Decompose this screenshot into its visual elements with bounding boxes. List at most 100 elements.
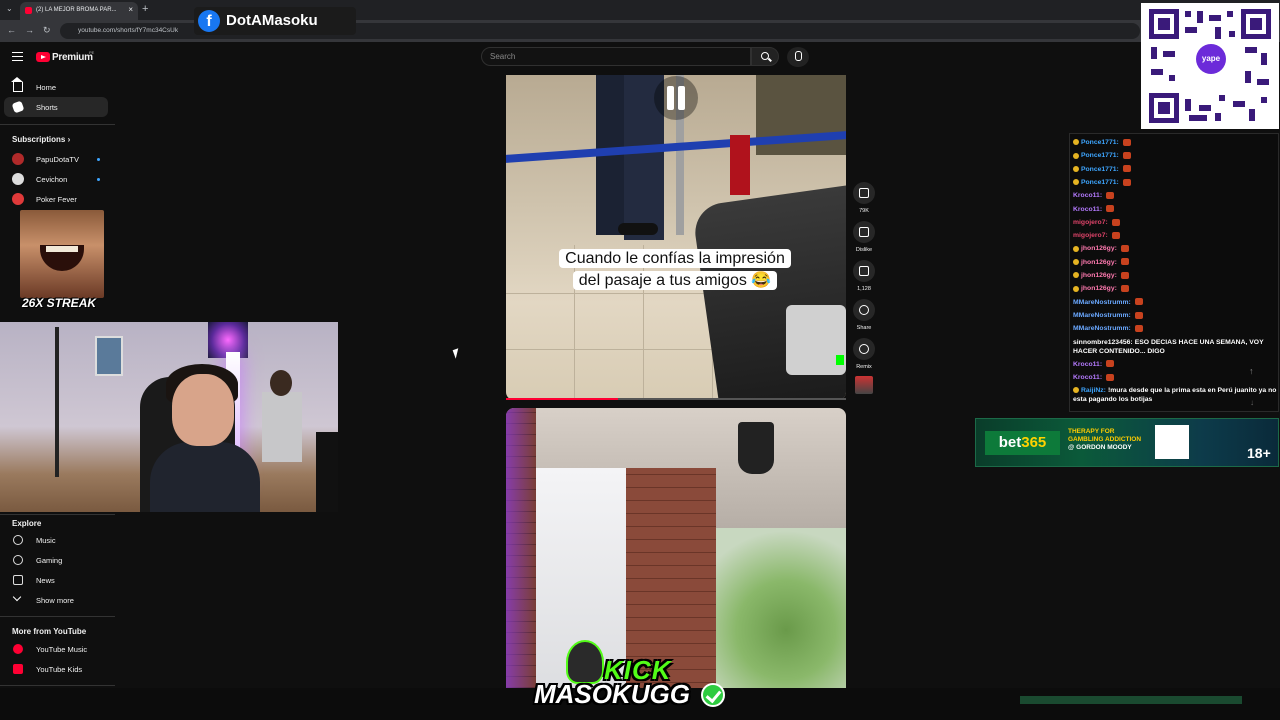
chat-message: Kroco11: — [1073, 360, 1277, 369]
chat-username[interactable]: Ponce1771: — [1081, 166, 1119, 173]
chat-username[interactable]: MMareNostrumm: — [1073, 325, 1131, 332]
chat-badge-icon — [1073, 258, 1079, 265]
chat-badge-icon — [1073, 285, 1079, 292]
scroll-down-icon[interactable]: ↓ — [1250, 398, 1254, 407]
chat-badge-icon — [1073, 245, 1079, 252]
voice-search-icon[interactable] — [787, 47, 809, 67]
chat-emote-icon — [1106, 360, 1115, 368]
chat-message: Kroco11: — [1073, 205, 1277, 214]
forward-icon[interactable]: → — [25, 25, 34, 35]
bet365-logo: bet365 — [985, 431, 1060, 455]
next-short-video[interactable] — [506, 408, 846, 698]
chat-username[interactable]: Ponce1771: — [1081, 179, 1119, 186]
mouse-cursor-icon — [452, 348, 462, 359]
scroll-up-icon[interactable]: ↑ — [1249, 366, 1254, 376]
chat-username[interactable]: jhon126gy: — [1081, 285, 1117, 292]
sidebar-item-cevichon[interactable]: Cevichon — [4, 169, 108, 189]
youtube-favicon-icon — [25, 7, 32, 14]
chat-username[interactable]: migojero7: — [1073, 232, 1108, 239]
like-button[interactable] — [853, 182, 875, 204]
chat-username[interactable]: MMareNostrumm: — [1073, 312, 1131, 319]
chat-message: jhon126gy: — [1073, 284, 1277, 293]
pc-tower — [316, 432, 338, 512]
chat-username[interactable]: MMareNostrumm: — [1073, 299, 1131, 306]
music-icon — [13, 535, 23, 545]
new-content-dot — [97, 178, 100, 181]
chat-username[interactable]: Kroco11: — [1073, 361, 1102, 368]
chat-username[interactable]: Kroco11: — [1073, 192, 1102, 199]
chat-username[interactable]: jhon126gy: — [1081, 259, 1117, 266]
channel-avatar[interactable] — [855, 376, 873, 394]
facebook-icon: f — [198, 10, 220, 32]
sidebar-item-label: Gaming — [36, 556, 63, 565]
like-count: 79K — [859, 208, 869, 214]
browser-tab[interactable]: (2) LA MEJOR BROMA PAR... × — [20, 2, 138, 20]
sidebar-item-home[interactable]: Home — [4, 77, 108, 97]
sidebar-item-poker-fever[interactable]: Poker Fever — [4, 189, 108, 209]
new-tab-button[interactable]: + — [142, 3, 148, 15]
ad-line-3: @ GORDON MOODY — [1068, 444, 1132, 451]
avatar — [12, 153, 24, 165]
chat-message: Kroco11: — [1073, 191, 1277, 200]
dislike-button[interactable] — [853, 221, 875, 243]
chat-emote-icon — [1106, 205, 1115, 213]
chat-username[interactable]: Kroco11: — [1073, 374, 1102, 381]
chat-message: Ponce1771: — [1073, 151, 1277, 160]
back-icon[interactable]: ← — [7, 25, 16, 35]
short-video-player[interactable] — [506, 75, 846, 400]
tab-search-icon[interactable]: ⌄ — [6, 4, 13, 13]
facebook-name: DotAMasoku — [226, 12, 318, 29]
comment-count: 1,128 — [857, 286, 871, 292]
sidebar-item-show-more[interactable]: Show more — [4, 590, 108, 610]
chat-badge-icon — [1073, 152, 1079, 159]
verified-badge-icon — [701, 683, 725, 707]
sidebar-item-music[interactable]: Music — [4, 530, 108, 550]
share-button[interactable] — [853, 299, 875, 321]
chat-emote-icon — [1134, 311, 1143, 319]
sidebar-item-youtube-kids[interactable]: YouTube Kids — [4, 659, 108, 679]
remix-label: Remix — [856, 364, 872, 370]
sidebar-item-gaming[interactable]: Gaming — [4, 550, 108, 570]
subscriptions-heading[interactable]: Subscriptions › — [12, 135, 70, 144]
chat-message: MMareNostrumm: — [1073, 324, 1277, 333]
menu-icon[interactable] — [12, 52, 23, 61]
sidebar-item-shorts[interactable]: Shorts — [4, 97, 108, 117]
close-tab-icon[interactable]: × — [128, 5, 133, 14]
chat-username[interactable]: migojero7: — [1073, 219, 1108, 226]
streamer-body — [150, 442, 260, 512]
chat-username[interactable]: jhon126gy: — [1081, 245, 1117, 252]
mini-fridge — [262, 392, 302, 462]
chat-message: jhon126gy: — [1073, 271, 1277, 280]
pause-icon[interactable] — [654, 76, 698, 120]
search-icon — [761, 52, 769, 60]
chat-emote-icon — [1122, 152, 1131, 159]
chat-username[interactable]: Ponce1771: — [1081, 152, 1119, 159]
chat-username[interactable]: Ponce1771: — [1081, 139, 1119, 146]
search-input[interactable]: Search — [481, 47, 751, 66]
comment-icon — [859, 266, 869, 276]
bet365-qr-code — [1155, 425, 1189, 459]
shorts-icon — [11, 100, 25, 114]
chat-username[interactable]: sinnombre123456: — [1073, 339, 1133, 346]
wall-poster — [95, 336, 123, 376]
comments-button[interactable] — [853, 260, 875, 282]
like-icon — [859, 188, 869, 198]
chat-username[interactable]: RaijiNz: — [1081, 387, 1106, 394]
chat-emote-icon — [1134, 298, 1143, 306]
sidebar-item-news[interactable]: News — [4, 570, 108, 590]
dislike-label: Dislike — [855, 247, 873, 253]
chat-username[interactable]: jhon126gy: — [1081, 272, 1117, 279]
reload-icon[interactable]: ↻ — [43, 25, 51, 36]
gaming-icon — [13, 555, 23, 565]
chat-username[interactable]: Kroco11: — [1073, 206, 1102, 213]
sidebar-item-papudotatv[interactable]: PapuDotaTV — [4, 149, 108, 169]
sidebar-item-youtube-music[interactable]: YouTube Music — [4, 639, 108, 659]
youtube-logo-icon[interactable] — [36, 52, 50, 62]
remix-button[interactable] — [853, 338, 875, 360]
sidebar-divider — [0, 124, 115, 125]
chat-badge-icon — [1073, 387, 1079, 394]
youtube-premium-label[interactable]: Premium — [52, 52, 93, 63]
chat-message: migojero7: — [1073, 218, 1277, 227]
chat-emote-icon — [1111, 231, 1120, 239]
search-button[interactable] — [751, 47, 779, 66]
